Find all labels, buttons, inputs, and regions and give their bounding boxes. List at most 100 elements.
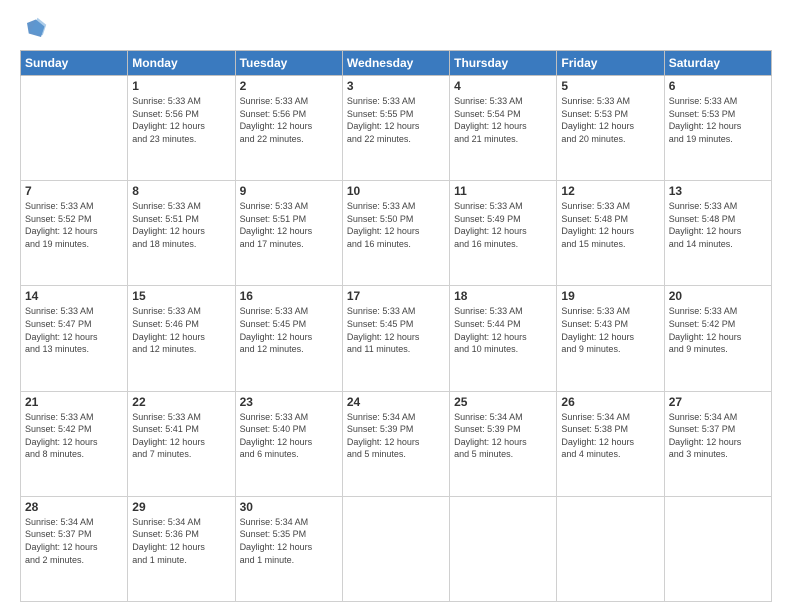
day-info: Sunrise: 5:33 AM Sunset: 5:47 PM Dayligh…	[25, 305, 123, 355]
day-info: Sunrise: 5:33 AM Sunset: 5:41 PM Dayligh…	[132, 411, 230, 461]
header-sunday: Sunday	[21, 51, 128, 76]
day-number: 16	[240, 289, 338, 303]
calendar-cell: 4Sunrise: 5:33 AM Sunset: 5:54 PM Daylig…	[450, 76, 557, 181]
calendar-cell: 18Sunrise: 5:33 AM Sunset: 5:44 PM Dayli…	[450, 286, 557, 391]
day-info: Sunrise: 5:34 AM Sunset: 5:38 PM Dayligh…	[561, 411, 659, 461]
header-thursday: Thursday	[450, 51, 557, 76]
week-row-2: 7 Sunrise: 5:33 AM Sunset: 5:52 PM Daylig…	[21, 181, 772, 286]
calendar-cell: 13 Sunrise: 5:33 AM Sunset: 5:48 PM Dayli…	[664, 181, 771, 286]
day-info: Sunrise: 5:34 AM Sunset: 5:35 PM Dayligh…	[240, 516, 338, 566]
day-number: 21	[25, 395, 123, 409]
calendar-cell: 3 Sunrise: 5:33 AM Sunset: 5:55 PM Daylig…	[342, 76, 449, 181]
calendar-cell: 5 Sunrise: 5:33 AM Sunset: 5:53 PM Daylig…	[557, 76, 664, 181]
day-info: Sunrise: 5:33 AM Sunset: 5:52 PM Dayligh…	[25, 200, 123, 250]
day-number: 20	[669, 289, 767, 303]
calendar-cell: 20Sunrise: 5:33 AM Sunset: 5:42 PM Dayli…	[664, 286, 771, 391]
calendar-cell: 11 Sunrise: 5:33 AM Sunset: 5:49 PM Dayli…	[450, 181, 557, 286]
day-info: Sunrise: 5:33 AM Sunset: 5:53 PM Dayligh…	[561, 95, 659, 145]
day-number: 9	[240, 184, 338, 198]
day-info: Sunrise: 5:34 AM Sunset: 5:37 PM Dayligh…	[25, 516, 123, 566]
calendar-cell: 2 Sunrise: 5:33 AM Sunset: 5:56 PM Daylig…	[235, 76, 342, 181]
calendar-cell	[664, 496, 771, 601]
day-info: Sunrise: 5:33 AM Sunset: 5:56 PM Dayligh…	[132, 95, 230, 145]
day-number: 6	[669, 79, 767, 93]
calendar-cell	[342, 496, 449, 601]
calendar-cell: 12Sunrise: 5:33 AM Sunset: 5:48 PM Dayli…	[557, 181, 664, 286]
day-number: 15	[132, 289, 230, 303]
week-row-1: 1 Sunrise: 5:33 AM Sunset: 5:56 PM Daylig…	[21, 76, 772, 181]
calendar-cell: 23 Sunrise: 5:33 AM Sunset: 5:40 PM Dayli…	[235, 391, 342, 496]
day-number: 13	[669, 184, 767, 198]
calendar-cell: 6 Sunrise: 5:33 AM Sunset: 5:53 PM Daylig…	[664, 76, 771, 181]
day-number: 11	[454, 184, 552, 198]
calendar-cell	[21, 76, 128, 181]
day-info: Sunrise: 5:34 AM Sunset: 5:36 PM Dayligh…	[132, 516, 230, 566]
header	[20, 16, 772, 44]
day-info: Sunrise: 5:33 AM Sunset: 5:49 PM Dayligh…	[454, 200, 552, 250]
calendar-cell: 21 Sunrise: 5:33 AM Sunset: 5:42 PM Dayli…	[21, 391, 128, 496]
day-number: 23	[240, 395, 338, 409]
day-info: Sunrise: 5:33 AM Sunset: 5:48 PM Dayligh…	[561, 200, 659, 250]
calendar-cell: 26Sunrise: 5:34 AM Sunset: 5:38 PM Dayli…	[557, 391, 664, 496]
calendar-cell: 8 Sunrise: 5:33 AM Sunset: 5:51 PM Daylig…	[128, 181, 235, 286]
calendar-cell: 10Sunrise: 5:33 AM Sunset: 5:50 PM Dayli…	[342, 181, 449, 286]
day-number: 5	[561, 79, 659, 93]
day-info: Sunrise: 5:33 AM Sunset: 5:51 PM Dayligh…	[240, 200, 338, 250]
day-info: Sunrise: 5:33 AM Sunset: 5:48 PM Dayligh…	[669, 200, 767, 250]
day-info: Sunrise: 5:33 AM Sunset: 5:40 PM Dayligh…	[240, 411, 338, 461]
day-info: Sunrise: 5:33 AM Sunset: 5:45 PM Dayligh…	[347, 305, 445, 355]
day-info: Sunrise: 5:33 AM Sunset: 5:46 PM Dayligh…	[132, 305, 230, 355]
calendar-cell	[450, 496, 557, 601]
calendar-cell: 22 Sunrise: 5:33 AM Sunset: 5:41 PM Dayli…	[128, 391, 235, 496]
day-info: Sunrise: 5:33 AM Sunset: 5:44 PM Dayligh…	[454, 305, 552, 355]
day-number: 22	[132, 395, 230, 409]
calendar-cell: 29 Sunrise: 5:34 AM Sunset: 5:36 PM Dayli…	[128, 496, 235, 601]
calendar-cell: 14 Sunrise: 5:33 AM Sunset: 5:47 PM Dayli…	[21, 286, 128, 391]
calendar-cell: 9 Sunrise: 5:33 AM Sunset: 5:51 PM Daylig…	[235, 181, 342, 286]
day-info: Sunrise: 5:33 AM Sunset: 5:56 PM Dayligh…	[240, 95, 338, 145]
day-number: 19	[561, 289, 659, 303]
day-number: 25	[454, 395, 552, 409]
day-info: Sunrise: 5:33 AM Sunset: 5:55 PM Dayligh…	[347, 95, 445, 145]
calendar-header-row: SundayMondayTuesdayWednesdayThursdayFrid…	[21, 51, 772, 76]
page: SundayMondayTuesdayWednesdayThursdayFrid…	[0, 0, 792, 612]
day-info: Sunrise: 5:34 AM Sunset: 5:39 PM Dayligh…	[454, 411, 552, 461]
calendar-cell: 25 Sunrise: 5:34 AM Sunset: 5:39 PM Dayli…	[450, 391, 557, 496]
calendar-cell: 15 Sunrise: 5:33 AM Sunset: 5:46 PM Dayli…	[128, 286, 235, 391]
calendar-table: SundayMondayTuesdayWednesdayThursdayFrid…	[20, 50, 772, 602]
calendar-cell	[557, 496, 664, 601]
day-number: 29	[132, 500, 230, 514]
day-info: Sunrise: 5:33 AM Sunset: 5:51 PM Dayligh…	[132, 200, 230, 250]
day-number: 7	[25, 184, 123, 198]
day-number: 14	[25, 289, 123, 303]
week-row-5: 28Sunrise: 5:34 AM Sunset: 5:37 PM Dayli…	[21, 496, 772, 601]
week-row-4: 21 Sunrise: 5:33 AM Sunset: 5:42 PM Dayli…	[21, 391, 772, 496]
logo	[20, 16, 52, 44]
day-number: 2	[240, 79, 338, 93]
day-number: 3	[347, 79, 445, 93]
calendar-cell: 1 Sunrise: 5:33 AM Sunset: 5:56 PM Daylig…	[128, 76, 235, 181]
calendar-cell: 7 Sunrise: 5:33 AM Sunset: 5:52 PM Daylig…	[21, 181, 128, 286]
day-info: Sunrise: 5:33 AM Sunset: 5:45 PM Dayligh…	[240, 305, 338, 355]
calendar-cell: 16 Sunrise: 5:33 AM Sunset: 5:45 PM Dayli…	[235, 286, 342, 391]
header-wednesday: Wednesday	[342, 51, 449, 76]
day-info: Sunrise: 5:33 AM Sunset: 5:53 PM Dayligh…	[669, 95, 767, 145]
header-friday: Friday	[557, 51, 664, 76]
header-saturday: Saturday	[664, 51, 771, 76]
day-info: Sunrise: 5:34 AM Sunset: 5:39 PM Dayligh…	[347, 411, 445, 461]
day-number: 24	[347, 395, 445, 409]
calendar-cell: 24 Sunrise: 5:34 AM Sunset: 5:39 PM Dayli…	[342, 391, 449, 496]
calendar-cell: 17 Sunrise: 5:33 AM Sunset: 5:45 PM Dayli…	[342, 286, 449, 391]
calendar-cell: 30 Sunrise: 5:34 AM Sunset: 5:35 PM Dayli…	[235, 496, 342, 601]
day-number: 17	[347, 289, 445, 303]
calendar-cell: 19Sunrise: 5:33 AM Sunset: 5:43 PM Dayli…	[557, 286, 664, 391]
logo-icon	[20, 16, 48, 44]
day-info: Sunrise: 5:33 AM Sunset: 5:42 PM Dayligh…	[25, 411, 123, 461]
week-row-3: 14 Sunrise: 5:33 AM Sunset: 5:47 PM Dayli…	[21, 286, 772, 391]
day-number: 8	[132, 184, 230, 198]
day-number: 1	[132, 79, 230, 93]
calendar-cell: 27Sunrise: 5:34 AM Sunset: 5:37 PM Dayli…	[664, 391, 771, 496]
day-number: 30	[240, 500, 338, 514]
day-number: 10	[347, 184, 445, 198]
calendar-cell: 28Sunrise: 5:34 AM Sunset: 5:37 PM Dayli…	[21, 496, 128, 601]
